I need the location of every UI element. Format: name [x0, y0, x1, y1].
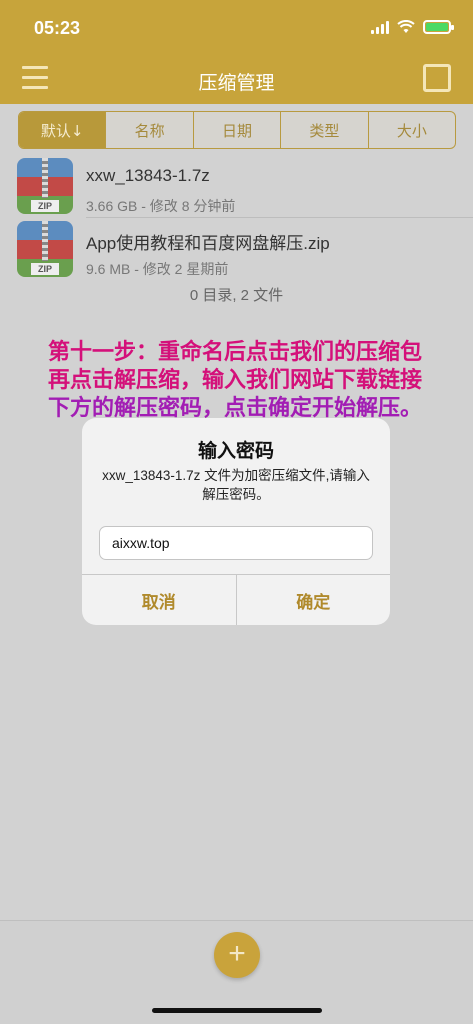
nav-bar: 压缩管理	[0, 60, 473, 100]
add-button[interactable]: +	[214, 932, 260, 978]
page-title: 压缩管理	[198, 72, 275, 94]
status-bar: 05:23	[0, 14, 473, 44]
status-time: 05:23	[34, 18, 81, 38]
confirm-button[interactable]: 确定	[237, 575, 391, 625]
wifi-icon	[397, 20, 415, 33]
annotation-line: 第十一步：重命名后点击我们的压缩包	[48, 339, 423, 365]
file-name: xxw_13843-1.7z	[86, 166, 210, 185]
tutorial-annotation: 第十一步：重命名后点击我们的压缩包 再点击解压缩，输入我们网站下载链接 下方的解…	[48, 338, 468, 422]
dialog-message: xxw_13843-1.7z 文件为加密压缩文件,请输入解压密码。	[102, 468, 370, 502]
dialog-title: 输入密码	[197, 440, 274, 462]
annotation-line: 再点击解压缩，输入我们网站下载链接	[48, 367, 423, 393]
password-input[interactable]: aixxw.top	[99, 526, 373, 560]
file-meta: 9.6 MB - 修改 2 星期前	[86, 261, 229, 277]
zip-file-icon: ZIP	[17, 158, 73, 214]
battery-icon	[423, 20, 454, 34]
tab-size[interactable]: 大小	[369, 112, 455, 148]
signal-icon	[371, 20, 389, 34]
edit-icon[interactable]	[423, 64, 451, 92]
list-item[interactable]: ZIP App使用教程和百度网盘解压.zip 9.6 MB - 修改 2 星期前	[0, 219, 473, 281]
dialog-buttons: 取消 确定	[82, 574, 390, 625]
password-dialog: 输入密码 xxw_13843-1.7z 文件为加密压缩文件,请输入解压密码。 a…	[82, 418, 390, 625]
tab-default[interactable]: 默认↓	[19, 112, 107, 148]
tab-date[interactable]: 日期	[194, 112, 282, 148]
top-bar: 05:23 压缩管理	[0, 0, 473, 104]
zip-file-icon: ZIP	[17, 221, 73, 277]
file-summary: 0 目录, 2 文件	[189, 287, 284, 304]
list-item[interactable]: ZIP xxw_13843-1.7z 3.66 GB - 修改 8 分钟前	[0, 156, 473, 218]
file-name: App使用教程和百度网盘解压.zip	[86, 234, 330, 253]
cancel-button[interactable]: 取消	[82, 575, 237, 625]
tab-type[interactable]: 类型	[281, 112, 369, 148]
home-indicator[interactable]	[152, 1008, 322, 1013]
divider	[86, 217, 473, 218]
status-icons	[371, 20, 454, 34]
sort-tabs: 默认↓ 名称 日期 类型 大小	[18, 111, 456, 149]
tab-name[interactable]: 名称	[106, 112, 194, 148]
file-meta: 3.66 GB - 修改 8 分钟前	[86, 198, 236, 214]
